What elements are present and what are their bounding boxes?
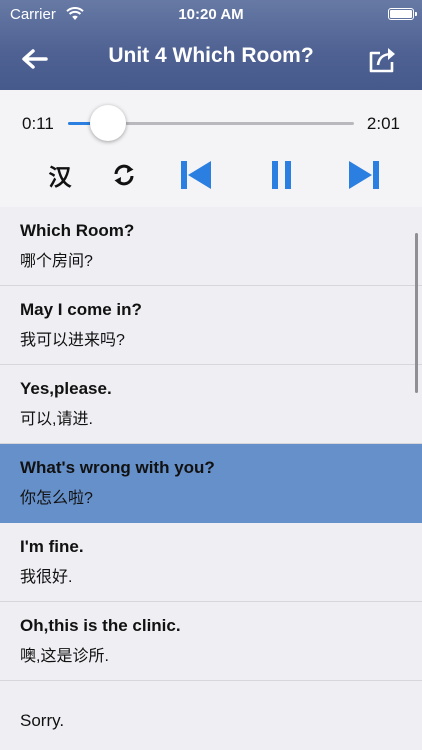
sentence-english: May I come in? [20, 300, 142, 319]
sentence-english: Sorry. [20, 711, 65, 730]
share-button[interactable] [364, 42, 402, 76]
list-scrollbar[interactable] [415, 233, 418, 393]
pause-button[interactable] [262, 152, 302, 198]
audio-player: 0:11 2:01 汉 [0, 90, 422, 207]
pause-icon [272, 161, 291, 189]
sentence-english: What's wrong with you? [20, 458, 215, 477]
sentence-chinese: 你怎么啦? [20, 490, 93, 507]
sentence-english: I'm fine. [20, 537, 84, 556]
status-time: 10:20 AM [178, 6, 244, 23]
repeat-button[interactable] [104, 152, 144, 198]
sentence-row-active[interactable]: What's wrong with you? 你怎么啦? [0, 444, 422, 523]
sentence-chinese: 我很好. [20, 569, 73, 586]
status-bar: Carrier 10:20 AM [0, 0, 422, 30]
sentence-chinese: 我可以进来吗? [20, 332, 125, 349]
share-icon [369, 48, 395, 73]
skip-forward-icon [349, 161, 379, 189]
progress-slider-thumb[interactable] [90, 105, 127, 141]
skip-back-icon [181, 161, 211, 189]
battery-icon [388, 8, 417, 20]
sentence-list[interactable]: Which Room? 哪个房间? May I come in? 我可以进来吗?… [0, 207, 422, 750]
previous-track-button[interactable] [176, 152, 216, 198]
sentence-row[interactable]: May I come in? 我可以进来吗? [0, 286, 422, 365]
sentence-chinese: 可以,请进. [20, 411, 93, 428]
sentence-chinese: 噢,这是诊所. [20, 648, 109, 665]
playback-controls: 汉 [0, 152, 422, 198]
chinese-toggle-button[interactable]: 汉 [40, 152, 80, 198]
elapsed-time: 0:11 [22, 114, 54, 133]
sentence-english: Which Room? [20, 221, 135, 240]
sentence-row[interactable]: Sorry. [0, 681, 422, 750]
sentence-english: Yes,please. [20, 379, 112, 398]
sentence-chinese: 哪个房间? [20, 253, 93, 270]
sentence-english: Oh,this is the clinic. [20, 616, 181, 635]
sentence-row[interactable]: Yes,please. 可以,请进. [0, 365, 422, 444]
sentence-row[interactable]: Which Room? 哪个房间? [0, 207, 422, 286]
total-duration: 2:01 [366, 114, 400, 133]
navigation-header: Carrier 10:20 AM Unit 4 Which Room? [0, 0, 422, 90]
repeat-icon [114, 164, 134, 186]
page-title: Unit 4 Which Room? [108, 44, 314, 67]
next-track-button[interactable] [344, 152, 384, 198]
sentence-row[interactable]: Oh,this is the clinic. 噢,这是诊所. [0, 602, 422, 681]
sentence-row[interactable]: I'm fine. 我很好. [0, 523, 422, 602]
